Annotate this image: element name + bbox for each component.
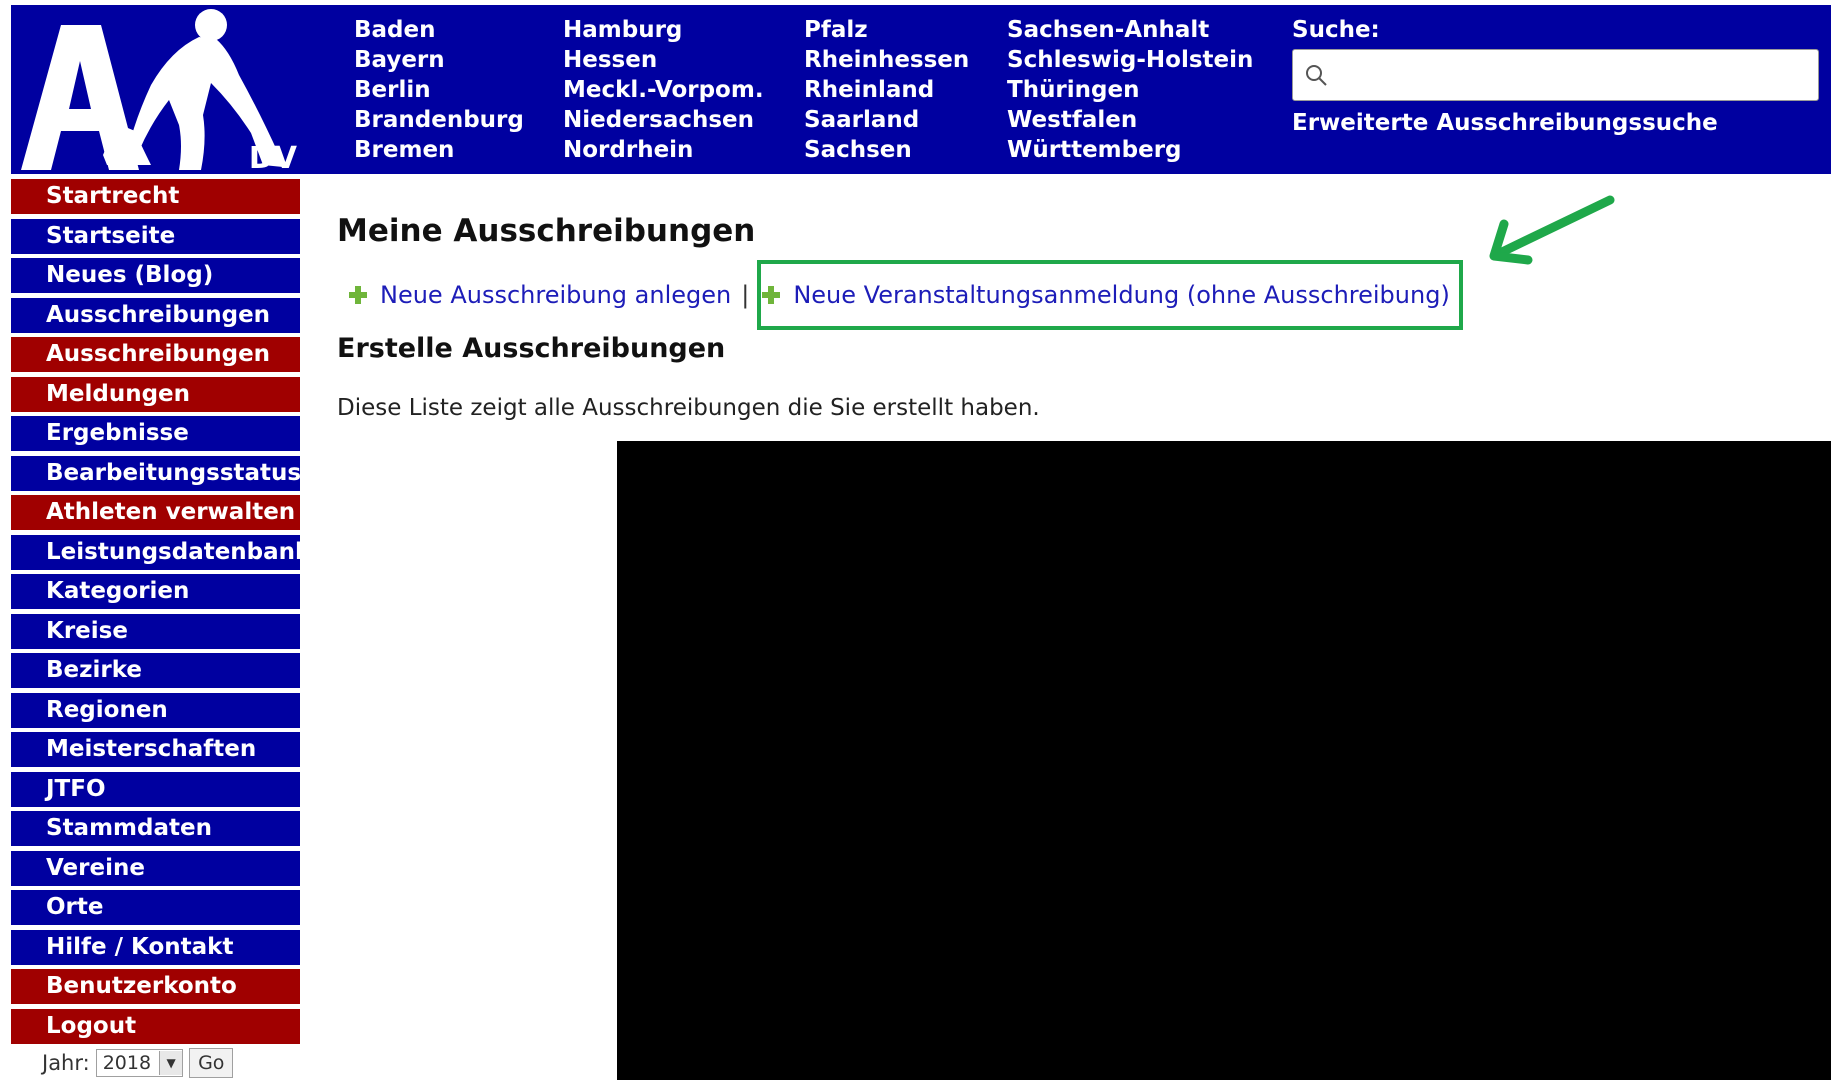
- sidebar-item-startrecht[interactable]: Startrecht: [11, 179, 300, 214]
- search-title: Suche:: [1292, 17, 1380, 43]
- region-link[interactable]: Württemberg: [1007, 135, 1253, 165]
- search-input[interactable]: [1333, 58, 1807, 94]
- sidebar-item-logout[interactable]: Logout: [11, 1008, 300, 1044]
- sidebar-item-vereine[interactable]: Vereine: [11, 850, 300, 886]
- sidebar-item-neues-blog[interactable]: Neues (Blog): [11, 258, 300, 293]
- region-column-3: Pfalz Rheinhessen Rheinland Saarland Sac…: [804, 15, 969, 165]
- sidebar-item-ergebnisse[interactable]: Ergebnisse: [11, 416, 300, 451]
- sidebar-item-kreise[interactable]: Kreise: [11, 613, 300, 649]
- region-link[interactable]: Hessen: [563, 45, 764, 75]
- region-link[interactable]: Sachsen-Anhalt: [1007, 15, 1253, 45]
- region-link[interactable]: Schleswig-Holstein: [1007, 45, 1253, 75]
- sidebar-item-ausschreibungen-user[interactable]: Ausschreibungen: [11, 337, 300, 372]
- region-link[interactable]: Nordrhein: [563, 135, 764, 165]
- region-link[interactable]: Bayern: [354, 45, 524, 75]
- sidebar-item-regionen[interactable]: Regionen: [11, 692, 300, 728]
- sidebar-nav: Startrecht Startseite Neues (Blog) Aussc…: [11, 179, 300, 1048]
- region-link[interactable]: Hamburg: [563, 15, 764, 45]
- region-link[interactable]: Rheinland: [804, 75, 969, 105]
- region-link[interactable]: Berlin: [354, 75, 524, 105]
- plus-icon: [349, 286, 367, 304]
- region-link[interactable]: Brandenburg: [354, 105, 524, 135]
- annotation-arrow-icon: [1489, 195, 1615, 265]
- year-select[interactable]: 2018 ▼: [95, 1049, 184, 1077]
- new-tender-link[interactable]: Neue Ausschreibung anlegen: [348, 281, 731, 309]
- sidebar-item-benutzerkonto[interactable]: Benutzerkonto: [11, 969, 300, 1004]
- year-select-value: 2018: [102, 1052, 152, 1074]
- region-column-4: Sachsen-Anhalt Schleswig-Holstein Thürin…: [1007, 15, 1253, 165]
- region-link[interactable]: Sachsen: [804, 135, 969, 165]
- search-box[interactable]: [1292, 49, 1819, 101]
- year-selector-row: Jahr: 2018 ▼ Go: [42, 1047, 234, 1079]
- sidebar-item-kategorien[interactable]: Kategorien: [11, 574, 300, 609]
- region-link[interactable]: Meckl.-Vorpom.: [563, 75, 764, 105]
- sidebar-item-meldungen[interactable]: Meldungen: [11, 376, 300, 412]
- sidebar-item-startseite[interactable]: Startseite: [11, 218, 300, 254]
- search-icon: [1306, 65, 1327, 86]
- sidebar-item-leistungsdatenbank[interactable]: Leistungsdatenbank: [11, 534, 300, 570]
- region-link[interactable]: Rheinhessen: [804, 45, 969, 75]
- logo-dv-text: DV: [248, 141, 297, 176]
- site-logo[interactable]: DV: [11, 5, 303, 174]
- site-header: DV Baden Bayern Berlin Brandenburg Breme…: [11, 5, 1831, 174]
- sidebar-item-orte[interactable]: Orte: [11, 890, 300, 925]
- link-separator: |: [741, 281, 750, 309]
- page-title: Meine Ausschreibungen: [337, 213, 756, 249]
- sidebar-item-athleten-verwalten[interactable]: Athleten verwalten: [11, 495, 300, 530]
- sidebar-item-hilfe-kontakt[interactable]: Hilfe / Kontakt: [11, 929, 300, 965]
- list-description: Diese Liste zeigt alle Ausschreibungen d…: [337, 395, 1040, 421]
- region-link[interactable]: Saarland: [804, 105, 969, 135]
- region-link[interactable]: Westfalen: [1007, 105, 1253, 135]
- sidebar-item-meisterschaften[interactable]: Meisterschaften: [11, 732, 300, 767]
- highlight-annotation-box: [757, 260, 1463, 330]
- region-link[interactable]: Pfalz: [804, 15, 969, 45]
- region-link[interactable]: Baden: [354, 15, 524, 45]
- chevron-down-icon[interactable]: ▼: [159, 1051, 183, 1075]
- region-link[interactable]: Niedersachsen: [563, 105, 764, 135]
- region-column-2: Hamburg Hessen Meckl.-Vorpom. Niedersach…: [563, 15, 764, 165]
- new-tender-label: Neue Ausschreibung anlegen: [380, 281, 732, 309]
- advanced-search-link[interactable]: Erweiterte Ausschreibungssuche: [1292, 108, 1718, 138]
- year-label: Jahr:: [42, 1051, 90, 1075]
- region-link[interactable]: Thüringen: [1007, 75, 1253, 105]
- redacted-content-area: [617, 441, 1831, 1080]
- section-title: Erstelle Ausschreibungen: [337, 333, 726, 364]
- sidebar-item-bearbeitungsstatus[interactable]: Bearbeitungsstatus: [11, 455, 300, 491]
- region-column-1: Baden Bayern Berlin Brandenburg Bremen: [354, 15, 524, 165]
- sidebar-item-jtfo[interactable]: JTFO: [11, 771, 300, 807]
- region-link[interactable]: Bremen: [354, 135, 524, 165]
- sidebar-item-ausschreibungen[interactable]: Ausschreibungen: [11, 297, 300, 333]
- sidebar-item-stammdaten[interactable]: Stammdaten: [11, 811, 300, 846]
- sidebar-item-bezirke[interactable]: Bezirke: [11, 653, 300, 688]
- year-go-button[interactable]: Go: [189, 1048, 234, 1078]
